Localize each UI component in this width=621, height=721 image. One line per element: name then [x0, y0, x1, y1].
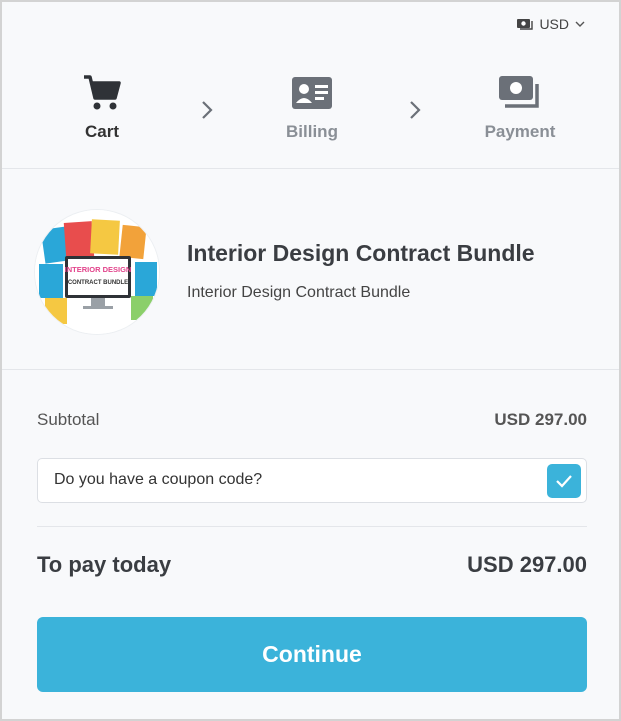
money-icon	[517, 19, 534, 30]
checkout-steps: Cart Billing Payment	[2, 74, 619, 144]
coupon-checkbox[interactable]	[547, 464, 581, 498]
subtotal-label: Subtotal	[37, 410, 100, 429]
cart-icon	[84, 75, 121, 110]
chevron-right-icon	[202, 101, 213, 119]
coupon-toggle[interactable]: Do you have a coupon code?	[37, 458, 587, 503]
divider	[2, 369, 619, 370]
subtotal-row: Subtotal USD 297.00	[37, 410, 587, 430]
checkout-panel: USD Cart Billing Payment INTERIOR DESIGN…	[0, 0, 621, 721]
money-stack-icon	[499, 76, 539, 108]
step-label: Cart	[84, 122, 119, 141]
step-label: Billing	[286, 122, 338, 141]
id-card-icon	[292, 77, 332, 109]
total-row: To pay today USD 297.00	[37, 552, 587, 578]
step-cart[interactable]: Cart	[42, 74, 162, 142]
total-label: To pay today	[37, 552, 172, 577]
product-subtitle: Interior Design Contract Bundle	[187, 284, 411, 301]
thumbnail-subtitle: CONTRACT BUNDLE	[68, 280, 128, 286]
thumbnail-title: INTERIOR DESIGN	[65, 265, 132, 274]
divider	[37, 526, 587, 527]
step-label: Payment	[484, 122, 556, 141]
step-payment[interactable]: Payment	[460, 74, 580, 142]
divider	[2, 168, 619, 169]
checkmark-icon	[556, 475, 572, 488]
total-amount: USD 297.00	[467, 552, 587, 577]
currency-label: USD	[539, 16, 569, 32]
continue-button[interactable]: Continue	[37, 617, 587, 692]
currency-selector[interactable]: USD	[517, 16, 585, 32]
subtotal-amount: USD 297.00	[494, 410, 587, 429]
chevron-right-icon	[410, 101, 421, 119]
product-image: INTERIOR DESIGN CONTRACT BUNDLE	[35, 210, 159, 334]
product-title: Interior Design Contract Bundle	[187, 240, 535, 266]
coupon-label: Do you have a coupon code?	[54, 471, 263, 488]
product-thumbnail: INTERIOR DESIGN CONTRACT BUNDLE	[35, 210, 159, 334]
step-billing[interactable]: Billing	[252, 74, 372, 142]
chevron-down-icon	[575, 21, 585, 27]
